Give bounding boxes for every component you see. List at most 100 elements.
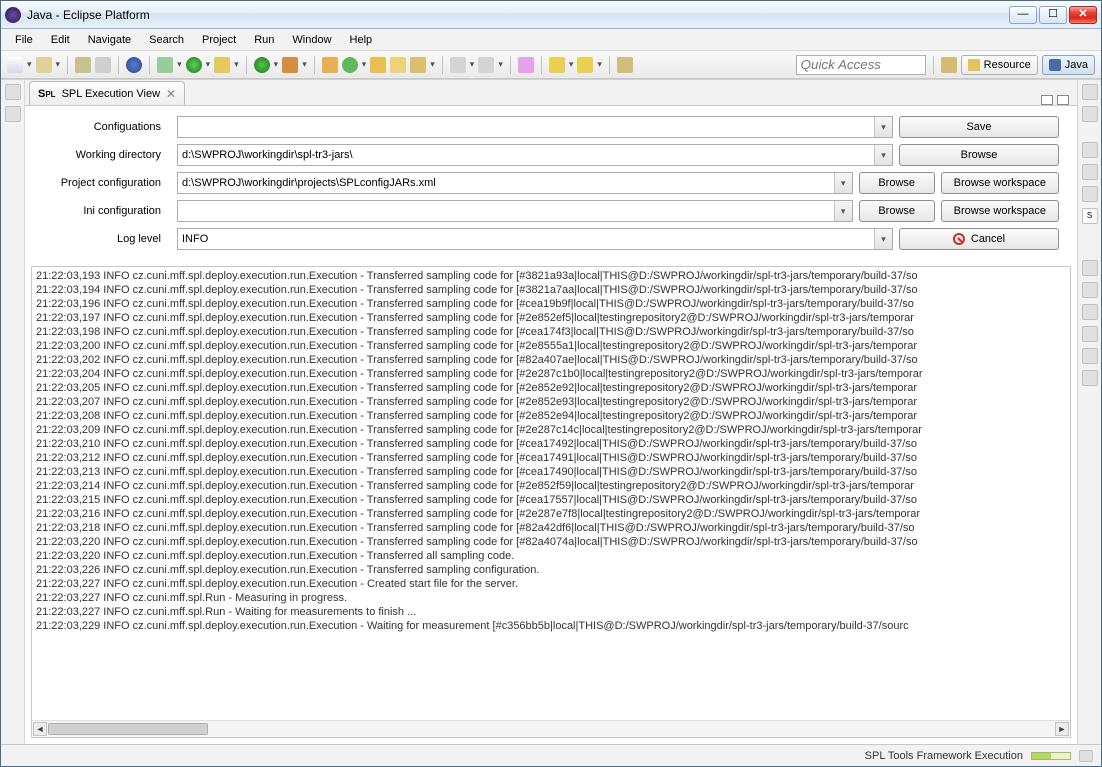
search-icon[interactable]: [410, 57, 426, 73]
problems-icon[interactable]: [1082, 282, 1098, 298]
progress-icon[interactable]: [1082, 370, 1098, 386]
log-line: 21:22:03,218 INFO cz.cuni.mff.spl.deploy…: [36, 521, 1066, 535]
restore-left-icon[interactable]: [5, 84, 21, 100]
working-directory-combo[interactable]: d:\SWPROJ\workingdir\spl-tr3-jars\ ▾: [177, 144, 893, 166]
log-line: 21:22:03,214 INFO cz.cuni.mff.spl.deploy…: [36, 479, 1066, 493]
save-button[interactable]: Save: [899, 116, 1059, 138]
browse-proj-button[interactable]: Browse: [859, 172, 935, 194]
templates-icon[interactable]: [1082, 186, 1098, 202]
task-list-icon[interactable]: [1082, 106, 1098, 122]
ext-tools-icon[interactable]: [282, 57, 298, 73]
menu-run[interactable]: Run: [246, 32, 282, 48]
menu-help[interactable]: Help: [342, 32, 381, 48]
perspective-resource[interactable]: Resource: [961, 55, 1038, 75]
nav-fwd-icon[interactable]: [478, 57, 494, 73]
log-line: 21:22:03,205 INFO cz.cuni.mff.spl.deploy…: [36, 381, 1066, 395]
run-last-icon[interactable]: [254, 57, 270, 73]
browse-ini-button[interactable]: Browse: [859, 200, 935, 222]
open-task-icon[interactable]: [390, 57, 406, 73]
log-line: 21:22:03,196 INFO cz.cuni.mff.spl.deploy…: [36, 297, 1066, 311]
log-line: 21:22:03,204 INFO cz.cuni.mff.spl.deploy…: [36, 367, 1066, 381]
outline-icon[interactable]: [1082, 142, 1098, 158]
status-extra-icon[interactable]: [1079, 750, 1093, 762]
menubar: File Edit Navigate Search Project Run Wi…: [1, 29, 1101, 51]
cancel-button[interactable]: Cancel: [899, 228, 1059, 250]
working-directory-label: Working directory: [43, 149, 171, 161]
minimize-view-icon[interactable]: [1041, 95, 1053, 105]
save-icon[interactable]: [36, 57, 52, 73]
log-level-value: INFO: [182, 233, 208, 245]
package-explorer-icon[interactable]: [5, 106, 21, 122]
log-line: 21:22:03,227 INFO cz.cuni.mff.spl.Run - …: [36, 605, 1066, 619]
spl-icon[interactable]: S: [1082, 208, 1098, 224]
configurations-combo[interactable]: ▾: [177, 116, 893, 138]
forward-icon[interactable]: [577, 57, 593, 73]
ini-config-combo[interactable]: ▾: [177, 200, 853, 222]
log-line: 21:22:03,220 INFO cz.cuni.mff.spl.deploy…: [36, 549, 1066, 563]
restore-bottom-icon[interactable]: [1082, 260, 1098, 276]
perspective-java[interactable]: Java: [1042, 55, 1095, 75]
scroll-thumb[interactable]: [48, 723, 208, 735]
nav-back-icon[interactable]: [450, 57, 466, 73]
browse-workspace-ini-button[interactable]: Browse workspace: [941, 200, 1059, 222]
log-line: 21:22:03,197 INFO cz.cuni.mff.spl.deploy…: [36, 311, 1066, 325]
dropdown-icon[interactable]: ▾: [834, 201, 852, 221]
progress-indicator[interactable]: [1031, 752, 1071, 760]
declaration-icon[interactable]: [1082, 326, 1098, 342]
minimize-button[interactable]: —: [1009, 6, 1037, 24]
dropdown-icon[interactable]: ▾: [874, 229, 892, 249]
open-type-icon[interactable]: [370, 57, 386, 73]
hierarchy-icon[interactable]: [1082, 164, 1098, 180]
close-tab-icon[interactable]: ✕: [166, 87, 176, 101]
horizontal-scrollbar[interactable]: ◄ ►: [32, 720, 1070, 737]
log-line: 21:22:03,220 INFO cz.cuni.mff.spl.deploy…: [36, 535, 1066, 549]
back-icon[interactable]: [549, 57, 565, 73]
spl-tab-title: SPL Execution View: [62, 88, 160, 100]
close-button[interactable]: ✕: [1069, 6, 1097, 24]
new-class-icon[interactable]: [342, 57, 358, 73]
folder-icon[interactable]: [617, 57, 633, 73]
menu-search[interactable]: Search: [141, 32, 192, 48]
dropdown-icon[interactable]: ▾: [874, 117, 892, 137]
menu-file[interactable]: File: [7, 32, 41, 48]
menu-project[interactable]: Project: [194, 32, 244, 48]
scroll-right-icon[interactable]: ►: [1055, 722, 1069, 736]
browse-wd-button[interactable]: Browse: [899, 144, 1059, 166]
coverage-icon[interactable]: [214, 57, 230, 73]
perspective-java-label: Java: [1065, 59, 1088, 71]
build-icon[interactable]: [126, 57, 142, 73]
new-icon[interactable]: [7, 57, 23, 73]
browse-workspace-proj-button[interactable]: Browse workspace: [941, 172, 1059, 194]
log-line: 21:22:03,229 INFO cz.cuni.mff.spl.deploy…: [36, 619, 1066, 633]
stop-icon: [953, 233, 965, 245]
log-level-combo[interactable]: INFO ▾: [177, 228, 893, 250]
save-all-icon[interactable]: [75, 57, 91, 73]
console-icon[interactable]: [1082, 348, 1098, 364]
menu-window[interactable]: Window: [284, 32, 339, 48]
pin-icon[interactable]: [518, 57, 534, 73]
debug-icon[interactable]: [157, 57, 173, 73]
scroll-left-icon[interactable]: ◄: [33, 722, 47, 736]
log-output[interactable]: 21:22:03,193 INFO cz.cuni.mff.spl.deploy…: [32, 267, 1070, 720]
log-line: 21:22:03,200 INFO cz.cuni.mff.spl.deploy…: [36, 339, 1066, 353]
menu-navigate[interactable]: Navigate: [80, 32, 139, 48]
menu-edit[interactable]: Edit: [43, 32, 78, 48]
view-tabbar: SPL SPL Execution View ✕: [25, 80, 1077, 106]
project-config-label: Project configuration: [43, 177, 171, 189]
project-config-value: d:\SWPROJ\workingdir\projects\SPLconfigJ…: [182, 177, 436, 189]
project-config-combo[interactable]: d:\SWPROJ\workingdir\projects\SPLconfigJ…: [177, 172, 853, 194]
spl-execution-view-tab[interactable]: SPL SPL Execution View ✕: [29, 81, 185, 105]
new-package-icon[interactable]: [322, 57, 338, 73]
log-line: 21:22:03,213 INFO cz.cuni.mff.spl.deploy…: [36, 465, 1066, 479]
run-icon[interactable]: [186, 57, 202, 73]
javadoc-icon[interactable]: [1082, 304, 1098, 320]
dropdown-icon[interactable]: ▾: [834, 173, 852, 193]
log-line: 21:22:03,216 INFO cz.cuni.mff.spl.deploy…: [36, 507, 1066, 521]
restore-right-icon[interactable]: [1082, 84, 1098, 100]
open-perspective-icon[interactable]: [941, 57, 957, 73]
maximize-button[interactable]: ☐: [1039, 6, 1067, 24]
dropdown-icon[interactable]: ▾: [874, 145, 892, 165]
quick-access-input[interactable]: [796, 55, 926, 75]
maximize-view-icon[interactable]: [1057, 95, 1069, 105]
print-icon[interactable]: [95, 57, 111, 73]
